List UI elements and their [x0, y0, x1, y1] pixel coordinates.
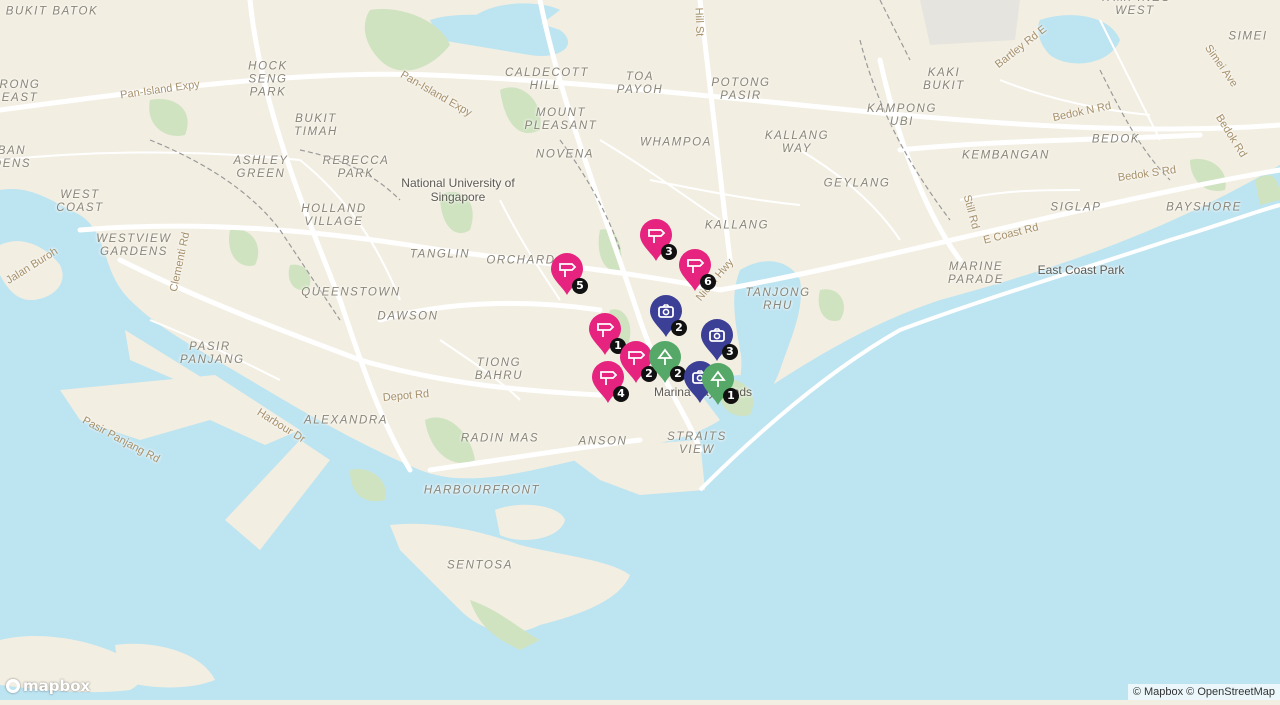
marker-count-badge: 6 — [700, 274, 716, 290]
marker-count-badge: 3 — [661, 244, 677, 260]
area-label: WESTVIEW GARDENS — [96, 233, 172, 258]
marker-count-badge: 4 — [613, 386, 629, 402]
poi-label[interactable]: National University of Singapore — [393, 176, 523, 204]
marker-count-badge: 2 — [671, 320, 687, 336]
area-label: BEDOK — [1091, 133, 1141, 146]
mapbox-logo[interactable]: mapbox — [6, 677, 90, 695]
map-marker-sight[interactable]: 3 — [639, 218, 677, 262]
map-marker-photo[interactable]: 2 — [649, 294, 687, 338]
map-marker-photo[interactable]: 3 — [700, 318, 738, 362]
osm-attribution-link[interactable]: © OpenStreetMap — [1186, 686, 1275, 698]
area-label: KEMBANGAN — [962, 149, 1050, 162]
mapbox-logo-icon — [6, 679, 20, 693]
marker-count-badge: 5 — [572, 278, 588, 294]
map-marker-nature[interactable]: 1 — [701, 362, 739, 406]
area-label: BAN DENS — [0, 145, 32, 170]
area-label: ALEXANDRA — [303, 414, 389, 427]
area-label: TIONG BAHRU — [474, 357, 524, 382]
area-label: BAYSHORE — [1166, 201, 1242, 214]
area-label: MARINE PARADE — [947, 261, 1005, 286]
map-marker-nature[interactable]: 2 — [648, 340, 686, 384]
map-canvas[interactable]: BUKIT BATOK HOCK SENG PARK CALDECOTT HIL… — [0, 0, 1280, 700]
area-label: WEST COAST — [56, 189, 104, 214]
area-label: SIMEI — [1228, 30, 1268, 43]
mapbox-attribution-link[interactable]: © Mapbox — [1133, 686, 1183, 698]
area-label: TOA PAYOH — [616, 71, 664, 96]
map-marker-sight[interactable]: 5 — [550, 252, 588, 296]
area-label: REBECCA PARK — [322, 155, 390, 180]
area-label: RADIN MAS — [460, 432, 540, 445]
marker-count-badge: 3 — [722, 344, 738, 360]
area-label: POTONG PASIR — [711, 77, 771, 102]
area-label: BUKIT TIMAH — [294, 113, 338, 138]
map-marker-sight[interactable]: 4 — [591, 360, 629, 404]
area-label: TAMPINES WEST — [1100, 0, 1169, 17]
area-label: NOVENA — [535, 148, 595, 161]
mapbox-logo-text: mapbox — [23, 677, 91, 695]
area-label: ANSON — [578, 435, 628, 448]
area-label: QUEENSTOWN — [301, 286, 401, 299]
area-label: STRAITS VIEW — [667, 431, 727, 456]
area-label: PASIR PANJANG — [180, 341, 245, 366]
area-label: TANGLIN — [409, 248, 471, 261]
area-label: WHAMPOA — [640, 136, 712, 149]
poi-label[interactable]: East Coast Park — [1038, 263, 1125, 277]
area-label: HOCK SENG PARK — [248, 60, 288, 99]
area-label: KALLANG WAY — [764, 130, 830, 155]
area-label: KAKI BUKIT — [923, 67, 965, 92]
area-label: ASHLEY GREEN — [233, 155, 289, 180]
marker-count-badge: 1 — [723, 388, 739, 404]
attribution: © Mapbox © OpenStreetMap — [1127, 684, 1280, 700]
road-label: Hill St — [692, 7, 706, 37]
area-label: KAMPONG UBI — [867, 103, 937, 128]
area-label: RONG EAST — [0, 79, 41, 104]
area-label: SIGLAP — [1050, 201, 1102, 214]
area-label: GEYLANG — [823, 177, 891, 190]
area-label: MOUNT PLEASANT — [524, 107, 598, 132]
area-label: HOLLAND VILLAGE — [301, 203, 367, 228]
area-label: HARBOURFRONT — [423, 484, 541, 497]
map-marker-sight[interactable]: 6 — [678, 248, 716, 292]
area-label: ORCHARD — [486, 254, 556, 267]
map-marker-sight[interactable]: 1 — [588, 312, 626, 356]
area-label: TANJONG RHU — [745, 287, 811, 312]
area-label: BUKIT BATOK — [5, 5, 99, 18]
area-label: KALLANG — [704, 219, 770, 232]
area-label: SENTOSA — [447, 559, 513, 572]
area-label: DAWSON — [377, 310, 439, 323]
area-label: CALDECOTT HILL — [505, 67, 590, 92]
